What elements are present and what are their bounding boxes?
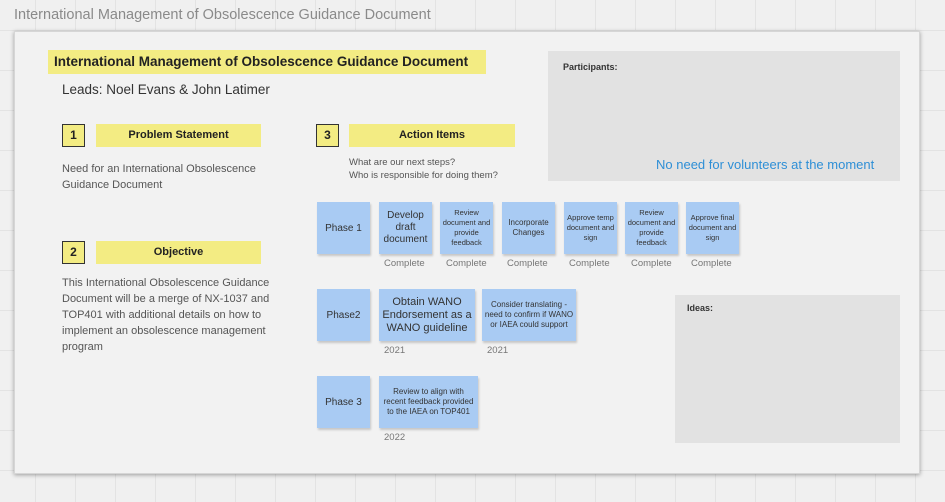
actions-prompt-line1: What are our next steps? [349,157,456,168]
ideas-panel[interactable] [675,295,900,443]
phase1-status: Complete [507,258,548,269]
objective-label[interactable]: Objective [96,241,261,264]
objective-number-badge[interactable]: 2 [62,241,85,264]
document-title[interactable]: International Management of Obsolescence… [48,50,486,74]
phase1-status: Complete [691,258,732,269]
participants-title: Participants: [563,62,618,72]
volunteer-note[interactable]: No need for volunteers at the moment [656,157,874,172]
phase1-status: Complete [569,258,610,269]
ideas-title: Ideas: [687,303,714,313]
phase2-status: 2021 [487,345,509,356]
phase1-note-incorporate-changes[interactable]: Incorporate Changes [502,202,555,254]
problem-statement-label[interactable]: Problem Statement [96,124,261,147]
page-heading: International Management of Obsolescence… [14,7,431,23]
phase2-status: 2021 [384,345,406,356]
phase1-note-approve-temp[interactable]: Approve temp document and sign [564,202,617,254]
phase1-note-approve-final[interactable]: Approve final document and sign [686,202,739,254]
phase3-note-review-align[interactable]: Review to align with recent feedback pro… [379,376,478,428]
phase1-note-review-feedback-2[interactable]: Review document and provide feedback [625,202,678,254]
phase1-note-develop-draft[interactable]: Develop draft document [379,202,432,254]
actions-number-badge[interactable]: 3 [316,124,339,147]
phase1-status: Complete [631,258,672,269]
actions-prompt-line2: Who is responsible for doing them? [349,170,498,181]
phase1-label-note[interactable]: Phase 1 [317,202,370,254]
phase2-note-wano-endorsement[interactable]: Obtain WANO Endorsement as a WANO guidel… [379,289,475,341]
problem-number-badge[interactable]: 1 [62,124,85,147]
phase3-label-note[interactable]: Phase 3 [317,376,370,428]
phase1-status: Complete [384,258,425,269]
problem-statement-text[interactable]: Need for an International Obsolescence G… [62,161,292,193]
phase1-status: Complete [446,258,487,269]
objective-text[interactable]: This International Obsolescence Guidance… [62,275,294,355]
phase1-note-review-feedback[interactable]: Review document and provide feedback [440,202,493,254]
action-items-label[interactable]: Action Items [349,124,515,147]
phase3-status: 2022 [384,432,406,443]
leads-text[interactable]: Leads: Noel Evans & John Latimer [62,82,270,97]
phase2-note-consider-translating[interactable]: Consider translating - need to confirm i… [482,289,576,341]
phase2-label-note[interactable]: Phase2 [317,289,370,341]
